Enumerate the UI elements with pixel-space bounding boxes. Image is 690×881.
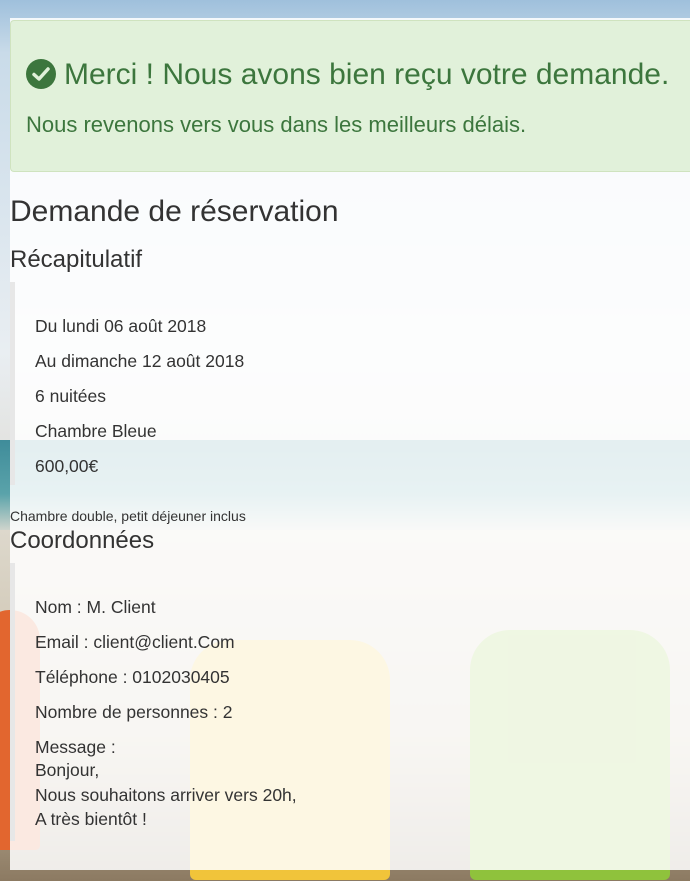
message-line: A très bientôt ! [35,809,147,829]
contact-guests: Nombre de personnes : 2 [35,702,233,722]
page-title: Demande de réservation [10,195,339,228]
recap-nights: 6 nuitées [35,386,107,406]
message-label: Message : [35,737,116,757]
recap-end-date: Au dimanche 12 août 2018 [35,351,245,371]
message-line: Bonjour, [35,760,100,780]
alert-title-row: Merci ! Nous avons bien reçu votre deman… [26,57,669,93]
message-line: Nous souhaitons arriver vers 20h, [35,785,297,805]
contact-heading: Coordonnées [10,527,155,554]
recap-blockquote: Du lundi 06 août 2018 Au dimanche 12 aoû… [10,282,635,485]
check-circle-icon [26,59,56,89]
recap-room: Chambre Bleue [35,421,157,441]
alert-title: Merci ! Nous avons bien reçu votre deman… [64,58,670,91]
recap-start-date: Du lundi 06 août 2018 [35,316,207,336]
room-description: Chambre double, petit déjeuner inclus [10,508,246,524]
contact-blockquote: Nom : M. Client Email : client@client.Co… [10,563,635,841]
recap-heading: Récapitulatif [10,246,143,273]
contact-email: Email : client@client.Com [35,632,235,652]
alert-subtitle: Nous revenons vers vous dans les meilleu… [26,112,527,137]
recap-price: 600,00€ [35,456,99,476]
success-alert: Merci ! Nous avons bien reçu votre deman… [10,20,690,172]
contact-phone: Téléphone : 0102030405 [35,667,230,687]
contact-name: Nom : M. Client [35,597,156,617]
